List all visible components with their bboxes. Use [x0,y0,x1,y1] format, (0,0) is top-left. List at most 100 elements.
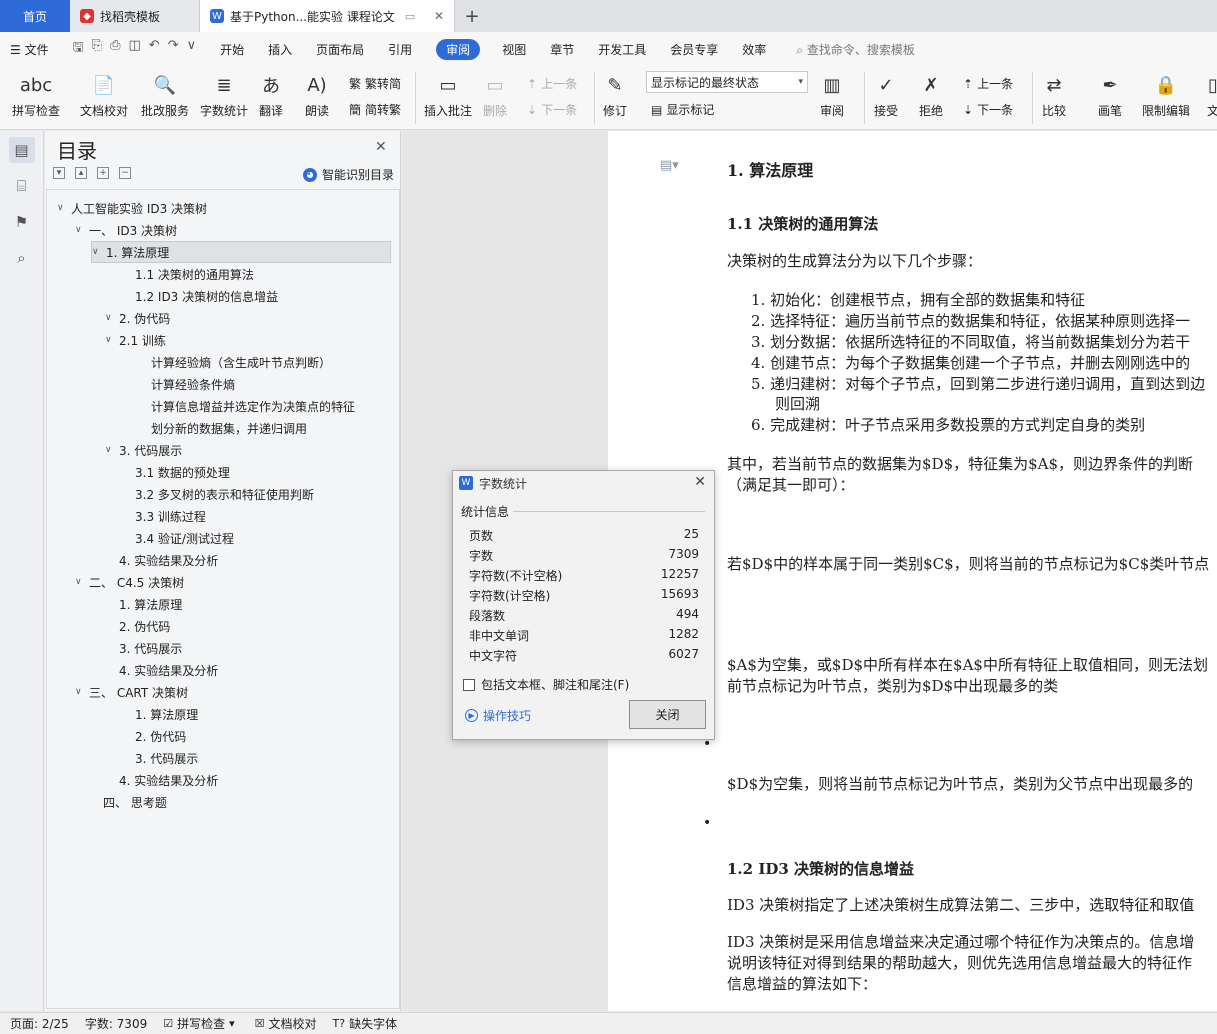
expand-all-icon[interactable]: ▴ [75,167,87,179]
trad-to-simp-button[interactable]: 繁繁转简 [349,75,401,92]
toc-item[interactable]: 1. 算法原理 [121,703,198,725]
toc-item[interactable]: ∨ 一、 ID3 决策树 [75,219,177,241]
checkbox-box[interactable] [463,678,475,691]
toc-item[interactable]: 3.1 数据的预处理 [121,461,230,483]
toc-item[interactable]: 3.2 多叉树的表示和特征使用判断 [121,483,314,505]
toc-item[interactable]: ∨ 1. 算法原理 [91,241,391,263]
toc-panel-icon[interactable]: ▤ [8,137,35,163]
doc-proof-button[interactable]: 📄 文档校对 [80,72,128,119]
chevron-down-icon[interactable]: ∨ [105,313,119,323]
menu-reference[interactable]: 引用 [388,41,412,58]
toc-item[interactable]: 3. 代码展示 [121,747,198,769]
menu-insert[interactable]: 插入 [268,41,292,58]
markup-state-select[interactable]: 显示标记的最终状态 ▾ [646,71,808,93]
toc-item[interactable]: 3.3 训练过程 [121,505,206,527]
page-indicator[interactable]: 页面: 2/25 [10,1015,69,1032]
accept-button[interactable]: ✓ 接受 [873,72,899,119]
batch-service-button[interactable]: 🔍 批改服务 [141,72,189,119]
redo-icon[interactable]: ↷ [168,38,179,60]
menu-efficiency[interactable]: 效率 [742,41,766,58]
tab-home[interactable]: 首页 [0,0,70,32]
chapter-nav-icon[interactable]: ⌸ [9,173,35,199]
chevron-down-icon[interactable]: ∨ [105,335,119,345]
toc-item[interactable]: 3.4 验证/测试过程 [121,527,234,549]
toc-item[interactable]: 1.1 决策树的通用算法 [121,263,254,285]
menu-view[interactable]: 视图 [502,41,526,58]
undo-icon[interactable]: ↶ [149,38,160,60]
menu-start[interactable]: 开始 [220,41,244,58]
search-icon[interactable]: ⌕ [9,245,35,271]
toc-item[interactable]: 4. 实验结果及分析 [105,769,218,791]
toc-item[interactable]: ∨ 2. 伪代码 [105,307,170,329]
promote-icon[interactable]: + [97,167,109,179]
toc-item[interactable]: ∨ 三、 CART 决策树 [75,681,188,703]
minimize-tab-icon[interactable]: ▭ [405,10,415,23]
proof-status[interactable]: ☒ 文档校对 [255,1015,317,1032]
pen-button[interactable]: ✒ 画笔 [1097,72,1123,119]
prev-change-button[interactable]: ⇡ 上一条 [963,75,1013,92]
smart-toc-button[interactable]: ◕ 智能识别目录 [303,166,394,183]
next-change-button[interactable]: ⇣ 下一条 [963,101,1013,118]
track-changes-button[interactable]: ✎ 修订 [602,72,628,119]
missing-font-status[interactable]: T? 缺失字体 [333,1015,398,1032]
restrict-edit-button[interactable]: 🔒 限制编辑 [1142,72,1190,119]
new-tab-button[interactable]: + [455,0,489,32]
toc-item[interactable]: 划分新的数据集，并递归调用 [137,417,307,439]
print-icon[interactable]: ⎙ [110,38,120,60]
demote-icon[interactable]: − [119,167,131,179]
preview-icon[interactable]: ◫ [128,38,140,60]
toc-item[interactable]: ∨ 2.1 训练 [105,329,166,351]
chevron-down-icon[interactable]: ∨ [75,687,89,697]
toc-item[interactable]: 四、 思考题 [89,791,167,813]
command-search[interactable]: ⌕ 查找命令、搜索模板 [796,41,915,58]
chevron-down-icon[interactable]: ∨ [75,577,89,587]
spellcheck-button[interactable]: abc 拼写检查 [12,72,60,119]
paragraph-menu-icon[interactable]: ▤▾ [660,158,679,173]
show-markup-button[interactable]: ▤ 显示标记 [651,101,714,118]
toc-item[interactable]: 4. 实验结果及分析 [105,549,218,571]
toc-item[interactable]: 计算信息增益并选定作为决策点的特征 [137,395,355,417]
menu-devtools[interactable]: 开发工具 [598,41,646,58]
word-count-button[interactable]: ≣ 字数统计 [200,72,248,119]
compare-button[interactable]: ⇄ 比较 [1041,72,1067,119]
dialog-titlebar[interactable]: W 字数统计 [453,471,714,495]
insert-comment-button[interactable]: ▭ 插入批注 [424,72,472,119]
toc-item[interactable]: 2. 伪代码 [121,725,186,747]
prev-comment-button[interactable]: ⇡ 上一条 [527,75,577,92]
toc-item[interactable]: 1. 算法原理 [105,593,182,615]
toc-item[interactable]: 1.2 ID3 决策树的信息增益 [121,285,278,307]
menu-member[interactable]: 会员专享 [670,41,718,58]
menu-review[interactable]: 审阅 [436,38,481,60]
save-icon[interactable]: 🖫 [73,38,84,60]
chevron-down-icon[interactable]: ∨ [105,445,119,455]
review-pane-button[interactable]: ▥ 审阅 [819,72,845,119]
close-icon[interactable]: ✕ [375,139,387,155]
tips-link[interactable]: ▶ 操作技巧 [465,707,531,724]
toc-item[interactable]: ∨ 人工智能实验 ID3 决策树 [57,197,207,219]
next-comment-button[interactable]: ⇣ 下一条 [527,101,577,118]
toc-item[interactable]: 2. 伪代码 [105,615,170,637]
chevron-down-icon[interactable]: ∨ [92,247,106,257]
include-textbox-checkbox[interactable]: 包括文本框、脚注和尾注(F) [463,676,629,693]
file-menu[interactable]: ☰ 文件 [10,41,49,58]
doc-rights-button[interactable]: ▯ 文 [1200,72,1217,119]
toc-item[interactable]: ∨ 3. 代码展示 [105,439,182,461]
collapse-all-icon[interactable]: ▾ [53,167,65,179]
chevron-down-icon[interactable]: ∨ [75,225,89,235]
reject-button[interactable]: ✗ 拒绝 [918,72,944,119]
tab-templates[interactable]: ◆ 找稻壳模板 [70,0,200,32]
spellcheck-status[interactable]: ☑ 拼写检查 ▾ [163,1015,238,1032]
read-aloud-button[interactable]: A) 朗读 [304,72,330,119]
word-count-indicator[interactable]: 字数: 7309 [85,1015,147,1032]
close-icon[interactable]: ✕ [694,474,706,490]
simp-to-trad-button[interactable]: 簡简转繁 [349,101,401,118]
toc-item[interactable]: 计算经验条件熵 [137,373,235,395]
chevron-down-icon[interactable]: ∨ [57,203,71,213]
close-tab-icon[interactable]: ✕ [434,9,444,23]
bookmark-icon[interactable]: ⚑ [9,209,35,235]
translate-button[interactable]: あ翻译 [258,72,284,119]
tab-document[interactable]: W 基于Python...能实验 课程论文 ▭ ✕ [200,0,455,32]
more-icon[interactable]: ∨ [187,38,197,60]
menu-chapter[interactable]: 章节 [550,41,574,58]
close-button[interactable]: 关闭 [629,700,706,729]
